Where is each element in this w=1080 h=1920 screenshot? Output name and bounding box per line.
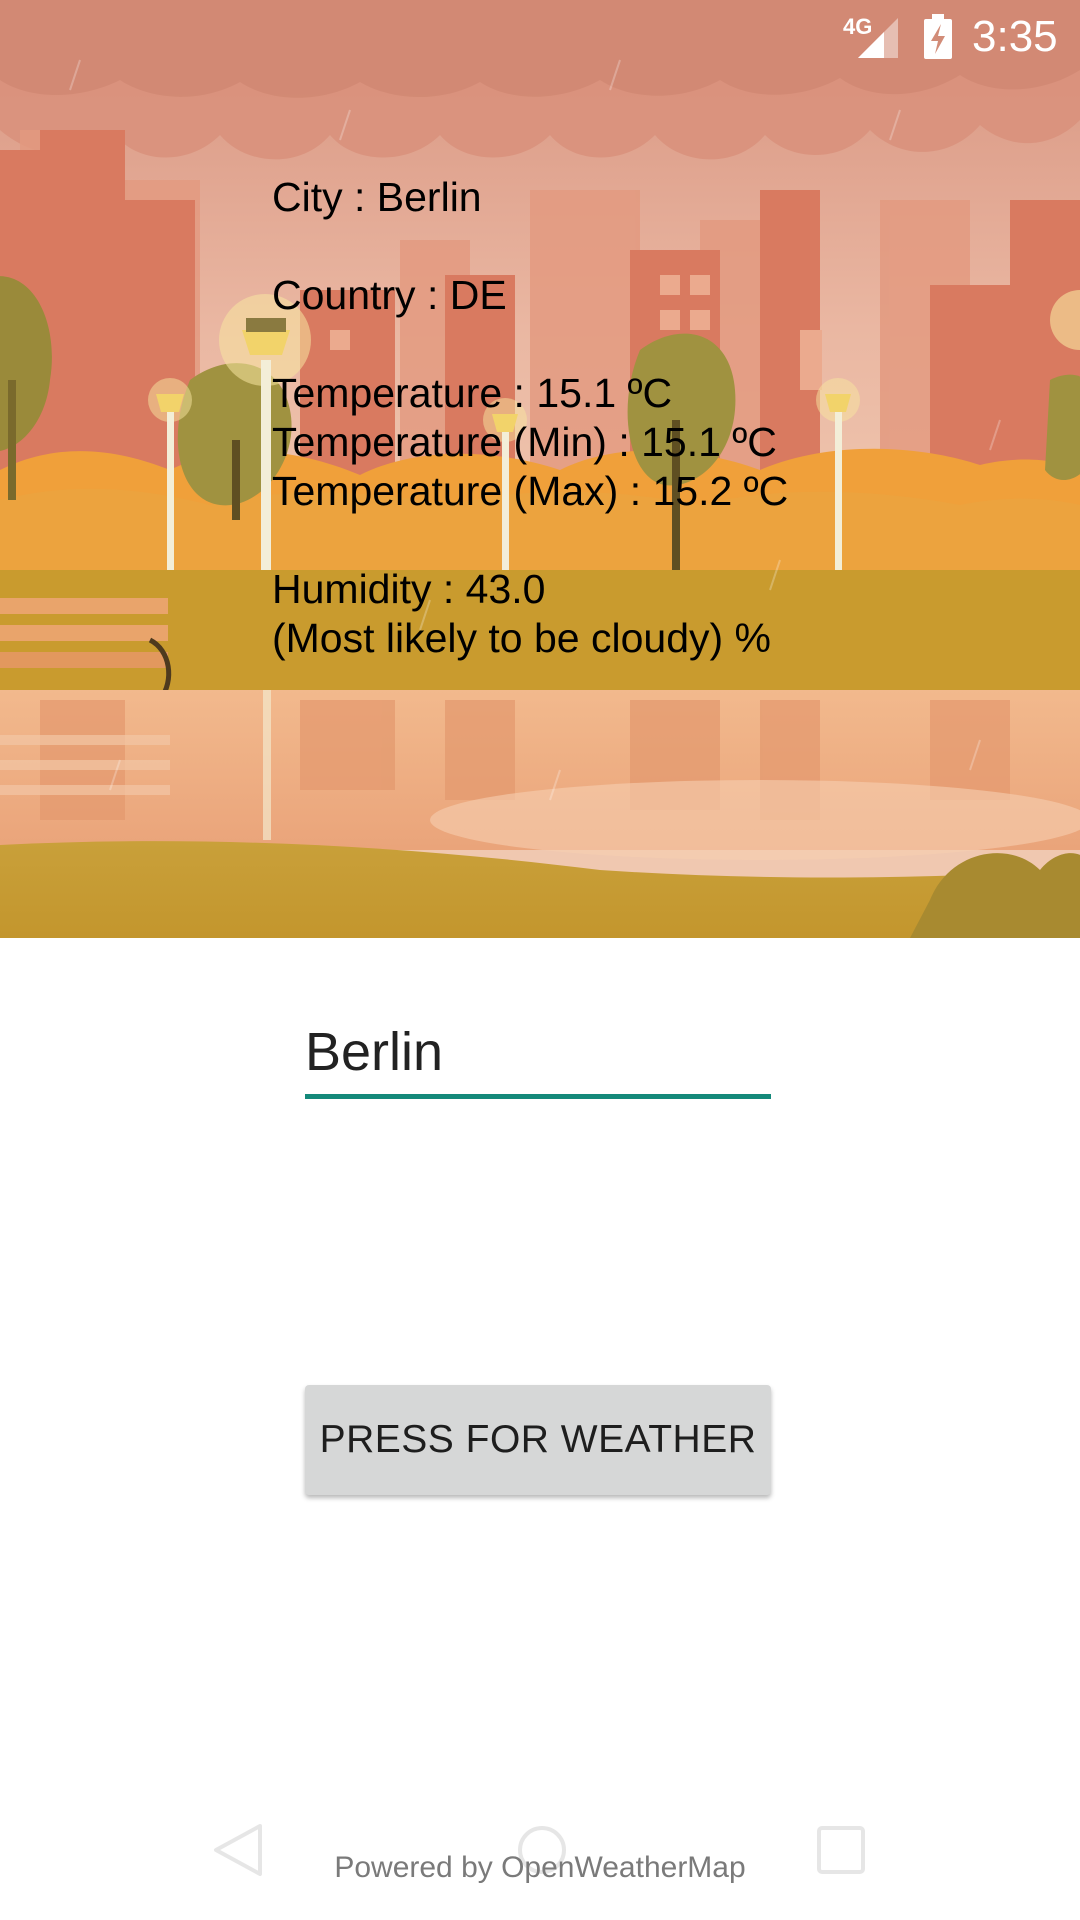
humidity-text: Humidity : 43.0 — [272, 566, 546, 612]
status-bar: 4G 3:35 — [0, 0, 1080, 78]
city-input[interactable] — [305, 1010, 771, 1094]
battery-charging-icon — [922, 14, 954, 65]
city-text: City : Berlin — [272, 174, 482, 220]
country-text: Country : DE — [272, 272, 507, 318]
status-time: 3:35 — [972, 12, 1058, 61]
app-screen: 4G 3:35 City : Berlin Country : DE Tempe… — [0, 0, 1080, 1920]
temperature-max-text: Temperature (Max) : 15.2 ºC — [272, 468, 789, 514]
temperature-text: Temperature : 15.1 ºC — [272, 370, 673, 416]
press-for-weather-button[interactable]: PRESS FOR WEATHER — [305, 1385, 771, 1495]
temperature-min-text: Temperature (Min) : 15.1 ºC — [272, 419, 777, 465]
powered-by-credit: Powered by OpenWeatherMap — [334, 1851, 746, 1884]
city-input-container — [305, 1010, 771, 1100]
weather-description-text: (Most likely to be cloudy) % — [272, 615, 772, 661]
weather-info: City : Berlin Country : DE Temperature :… — [272, 173, 788, 663]
cell-signal-icon — [854, 16, 900, 65]
city-input-underline — [305, 1094, 771, 1099]
